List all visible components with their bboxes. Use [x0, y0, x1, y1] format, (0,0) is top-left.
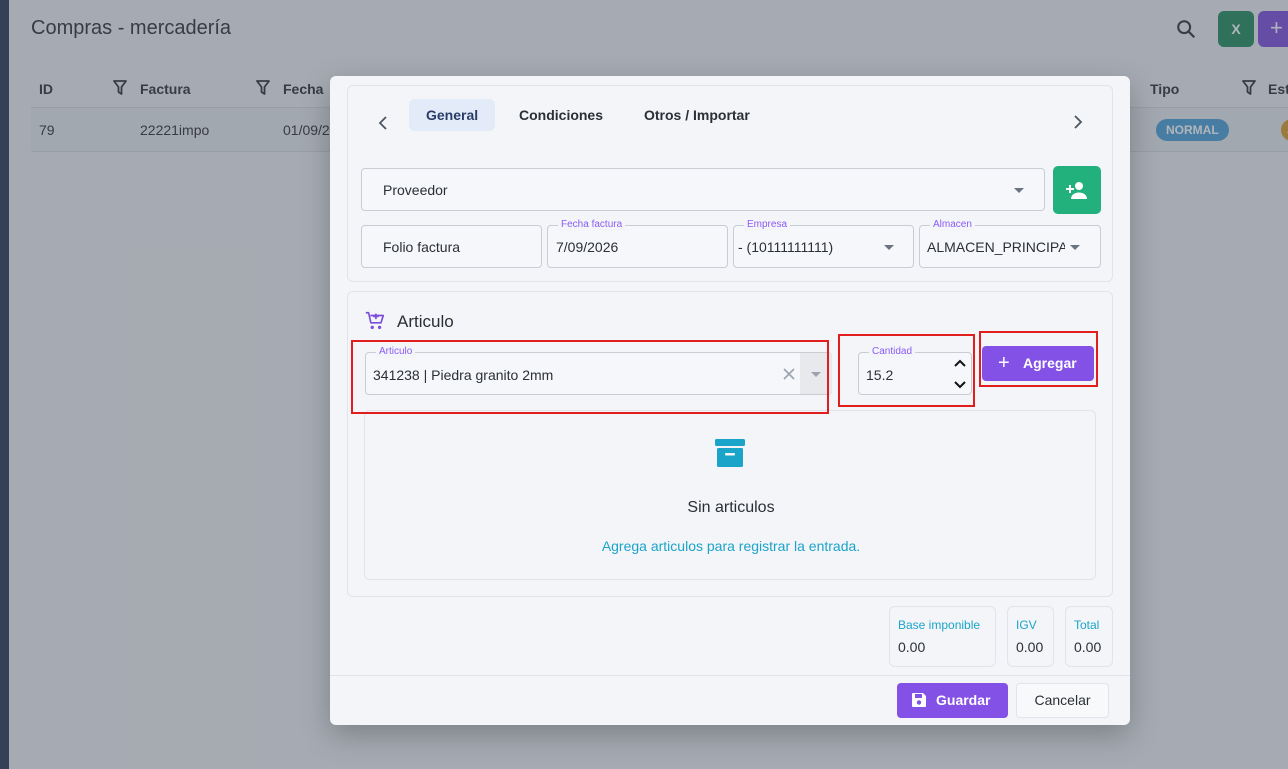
folio-placeholder: Folio factura: [383, 239, 461, 255]
add-proveedor-button[interactable]: [1053, 166, 1101, 214]
section-title: Articulo: [397, 312, 454, 331]
tab-condiciones[interactable]: Condiciones: [502, 99, 620, 131]
fecha-label: Fecha factura: [558, 219, 626, 231]
general-card: General Condiciones Otros / Importar Pro…: [347, 85, 1113, 282]
almacen-value: ALMACEN_PRINCIPAL: [927, 239, 1065, 255]
empresa-select[interactable]: Empresa - (10111111111): [733, 219, 914, 268]
fecha-value: 7/09/2026: [556, 239, 619, 255]
archive-icon: [715, 439, 745, 467]
purchase-modal: General Condiciones Otros / Importar Pro…: [330, 76, 1130, 725]
cancelar-button[interactable]: Cancelar: [1016, 683, 1109, 718]
fecha-factura-input[interactable]: Fecha factura 7/09/2026: [547, 219, 728, 268]
empty-title: Sin articulos: [687, 499, 775, 516]
igv-label: IGV: [1016, 618, 1037, 632]
cart-icon: [365, 311, 385, 330]
save-icon: [912, 693, 926, 707]
empty-subtitle: Agrega articulos para registrar la entra…: [601, 538, 861, 554]
empty-state: Sin articulos Agrega articulos para regi…: [364, 410, 1096, 580]
guardar-button[interactable]: Guardar: [897, 683, 1008, 718]
footer-divider: [330, 675, 1130, 676]
proveedor-placeholder: Proveedor: [383, 182, 448, 198]
guardar-label: Guardar: [936, 692, 991, 708]
proveedor-select[interactable]: Proveedor: [361, 168, 1045, 211]
empresa-value: - (10111111111): [738, 239, 834, 255]
chevron-down-icon: [884, 245, 894, 250]
base-imponible-card: Base imponible 0.00: [889, 606, 996, 667]
highlight-articulo: [351, 340, 829, 414]
total-card: Total 0.00: [1065, 606, 1113, 667]
tab-otros-importar[interactable]: Otros / Importar: [627, 99, 767, 131]
chevron-right-icon[interactable]: [1067, 112, 1087, 132]
tab-general[interactable]: General: [409, 99, 496, 131]
highlight-cantidad: [838, 334, 975, 407]
base-label: Base imponible: [898, 618, 981, 632]
folio-factura-input[interactable]: Folio factura: [361, 225, 542, 268]
almacen-select[interactable]: Almacen ALMACEN_PRINCIPAL: [919, 219, 1101, 268]
almacen-label: Almacen: [930, 219, 975, 231]
empresa-label: Empresa: [744, 219, 791, 231]
highlight-agregar: [979, 331, 1098, 387]
igv-value: 0.00: [1016, 639, 1044, 655]
total-label: Total: [1074, 618, 1100, 632]
igv-card: IGV 0.00: [1007, 606, 1054, 667]
base-value: 0.00: [898, 639, 926, 655]
chevron-down-icon: [1014, 188, 1024, 193]
chevron-down-icon: [1070, 245, 1080, 250]
person-add-icon: [1066, 182, 1087, 199]
total-value: 0.00: [1074, 639, 1102, 655]
chevron-left-icon[interactable]: [374, 113, 394, 133]
